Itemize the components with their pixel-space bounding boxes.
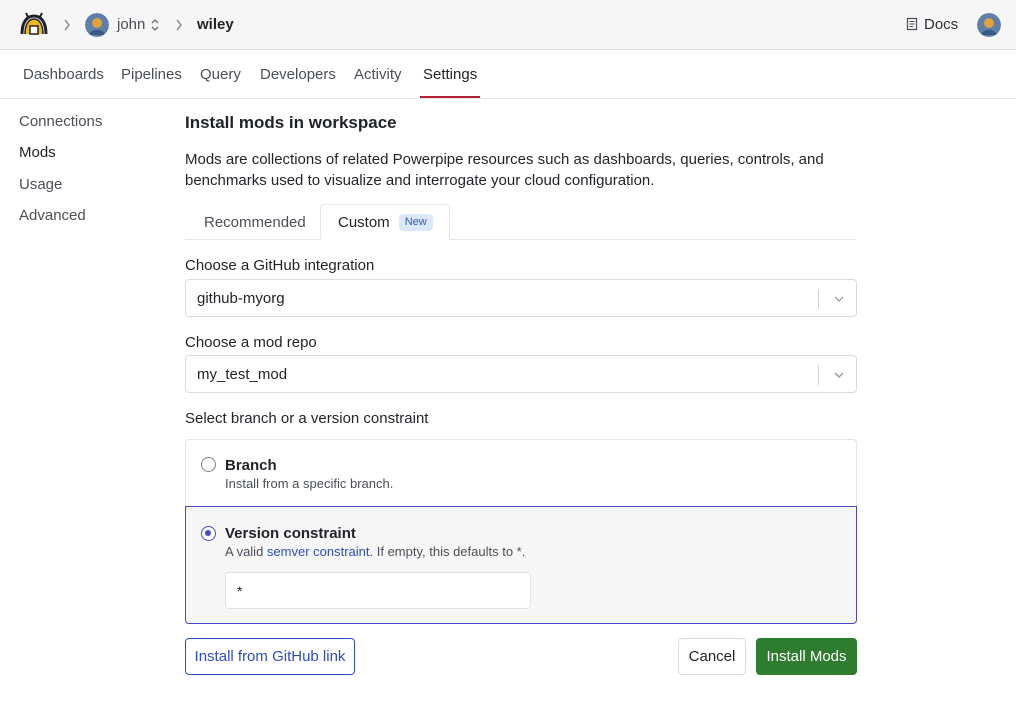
chevron-right-icon (64, 19, 70, 31)
nav-settings[interactable]: Settings (423, 66, 477, 84)
version-description-prefix: A valid (225, 544, 267, 559)
new-badge: New (398, 213, 433, 231)
version-constraint-input[interactable] (225, 572, 531, 609)
integration-value: github-myorg (197, 290, 285, 307)
app-logo-icon[interactable] (19, 12, 49, 36)
docs-link[interactable]: Docs (906, 14, 958, 34)
repo-label: Choose a mod repo (185, 334, 317, 351)
account-avatar[interactable] (977, 13, 1001, 37)
chevron-right-icon (176, 19, 182, 31)
breadcrumb-user[interactable]: john (117, 15, 145, 35)
install-mods-button[interactable]: Install Mods (756, 638, 857, 675)
chevron-down-icon[interactable] (832, 368, 846, 382)
chevron-down-icon[interactable] (832, 292, 846, 306)
branch-option[interactable]: Branch Install from a specific branch. (185, 439, 857, 507)
nav-pipelines[interactable]: Pipelines (121, 66, 182, 84)
constraint-label: Select branch or a version constraint (185, 410, 429, 427)
branch-title: Branch (225, 457, 277, 474)
user-avatar[interactable] (85, 13, 109, 37)
top-bar: john wiley Docs (0, 0, 1016, 50)
tab-custom-label: Custom (338, 213, 390, 231)
repo-value: my_test_mod (197, 366, 288, 383)
semver-link[interactable]: semver constraint (267, 544, 370, 559)
select-separator (818, 365, 819, 385)
main-nav: Dashboards Pipelines Query Developers Ac… (0, 50, 1016, 99)
version-description-suffix: . If empty, this defaults to *. (369, 544, 526, 559)
branch-radio[interactable] (201, 457, 216, 472)
integration-label: Choose a GitHub integration (185, 257, 375, 274)
nav-developers[interactable]: Developers (260, 66, 336, 84)
cancel-button[interactable]: Cancel (678, 638, 746, 675)
tab-custom[interactable]: Custom New (320, 204, 450, 240)
tab-recommended-label: Recommended (204, 213, 306, 231)
sidebar-item-mods[interactable]: Mods (19, 144, 56, 162)
nav-query[interactable]: Query (200, 66, 241, 84)
integration-select[interactable]: github-myorg (185, 279, 857, 317)
sidebar-item-connections[interactable]: Connections (19, 113, 102, 131)
install-from-github-link-button[interactable]: Install from GitHub link (185, 638, 355, 675)
nav-dashboards[interactable]: Dashboards (23, 66, 104, 84)
sort-updown-icon[interactable] (150, 18, 160, 32)
book-icon (906, 17, 918, 31)
select-separator (818, 289, 819, 309)
active-tab-indicator (420, 96, 480, 98)
docs-label: Docs (924, 15, 959, 33)
version-description: A valid semver constraint. If empty, thi… (225, 544, 525, 560)
repo-select[interactable]: my_test_mod (185, 355, 857, 393)
version-radio[interactable] (201, 526, 216, 541)
breadcrumb-workspace[interactable]: wiley (197, 15, 234, 35)
version-constraint-option[interactable]: Version constraint A valid semver constr… (185, 506, 857, 624)
branch-description: Install from a specific branch. (225, 476, 394, 491)
page-description: Mods are collections of related Powerpip… (185, 151, 824, 189)
page-title: Install mods in workspace (185, 113, 397, 132)
sidebar-item-usage[interactable]: Usage (19, 176, 62, 194)
sidebar-item-advanced[interactable]: Advanced (19, 207, 86, 225)
tab-recommended[interactable]: Recommended (204, 204, 306, 240)
nav-activity[interactable]: Activity (354, 66, 402, 84)
version-title: Version constraint (225, 525, 356, 542)
